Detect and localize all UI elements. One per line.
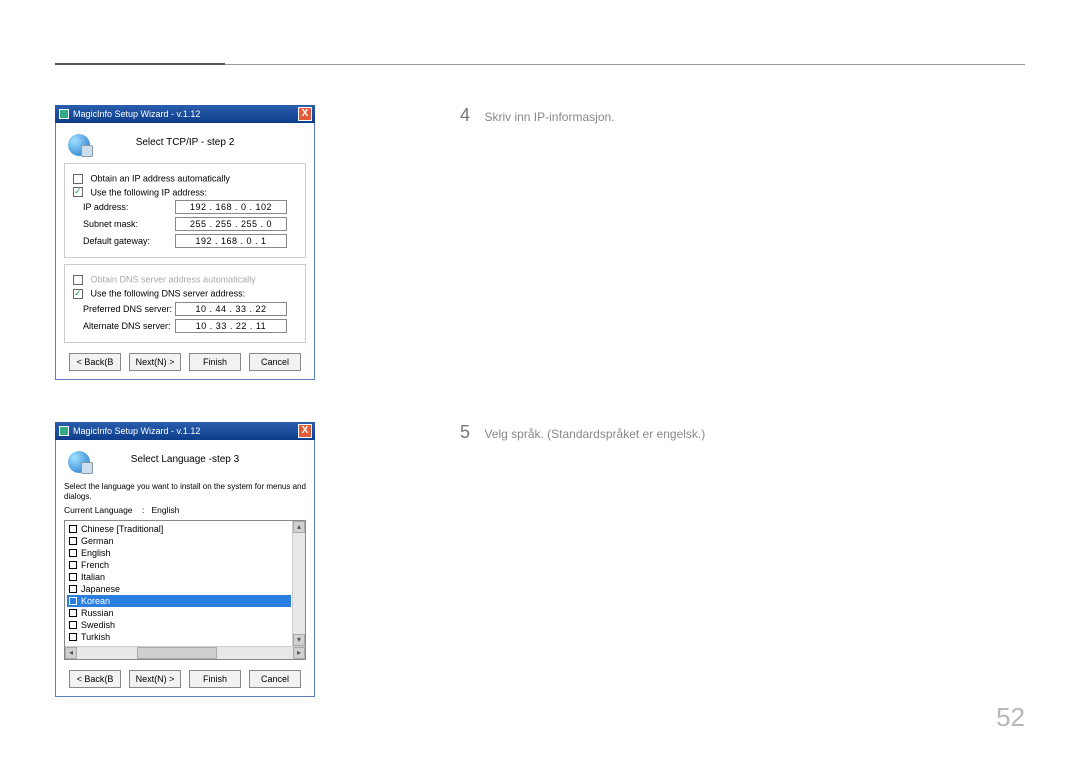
ip-fieldset: Obtain an IP address automatically Use t… xyxy=(64,163,306,258)
list-item-label: Swedish xyxy=(81,620,115,630)
language-listbox[interactable]: Chinese [Traditional] German English Fre… xyxy=(64,520,306,660)
next-button[interactable]: Next(N) > xyxy=(129,670,181,688)
scroll-left-icon[interactable]: ◂ xyxy=(65,647,77,659)
app-icon xyxy=(59,426,69,436)
checkbox-icon xyxy=(69,525,77,533)
use-dns-radio[interactable] xyxy=(73,289,83,299)
current-language-value: English xyxy=(151,505,179,515)
list-item[interactable]: French xyxy=(67,559,291,571)
dialog-tcpip: MagicInfo Setup Wizard - v.1.12 X Select… xyxy=(55,105,315,380)
list-item[interactable]: German xyxy=(67,535,291,547)
cancel-button[interactable]: Cancel xyxy=(249,670,301,688)
checkbox-icon xyxy=(69,549,77,557)
titlebar: MagicInfo Setup Wizard - v.1.12 X xyxy=(55,105,315,123)
app-icon xyxy=(59,109,69,119)
list-item[interactable]: Swedish xyxy=(67,619,291,631)
close-button[interactable]: X xyxy=(298,107,312,121)
cancel-button[interactable]: Cancel xyxy=(249,353,301,371)
list-item[interactable]: Chinese [Simplified] xyxy=(67,643,291,645)
list-item[interactable]: Chinese [Traditional] xyxy=(67,523,291,535)
page-number: 52 xyxy=(996,702,1025,733)
preferred-dns-input[interactable]: 10 . 44 . 33 . 22 xyxy=(175,302,287,316)
vertical-scrollbar[interactable]: ▴ ▾ xyxy=(292,521,305,646)
checkbox-icon xyxy=(69,573,77,581)
alternate-dns-input[interactable]: 10 . 33 . 22 . 11 xyxy=(175,319,287,333)
step-title: Select TCP/IP - step 2 xyxy=(64,137,306,148)
list-item-selected[interactable]: Korean xyxy=(67,595,291,607)
default-gateway-label: Default gateway: xyxy=(83,236,175,246)
list-item[interactable]: Japanese xyxy=(67,583,291,595)
scroll-down-icon[interactable]: ▾ xyxy=(293,634,305,646)
current-language-label: Current Language xyxy=(64,505,133,515)
use-ip-radio[interactable] xyxy=(73,187,83,197)
list-item-label: Russian xyxy=(81,608,114,618)
back-button[interactable]: < Back(B xyxy=(69,670,121,688)
back-button[interactable]: < Back(B xyxy=(69,353,121,371)
scroll-thumb[interactable] xyxy=(137,647,217,659)
auto-dns-label: Obtain DNS server address automatically xyxy=(91,275,256,285)
list-item-label: French xyxy=(81,560,109,570)
list-item-label: German xyxy=(81,536,114,546)
scroll-right-icon[interactable]: ▸ xyxy=(293,647,305,659)
auto-ip-label: Obtain an IP address automatically xyxy=(91,174,230,184)
auto-dns-radio[interactable] xyxy=(73,275,83,285)
finish-button[interactable]: Finish xyxy=(189,353,241,371)
dialog-language: MagicInfo Setup Wizard - v.1.12 X Select… xyxy=(55,422,315,697)
default-gateway-input[interactable]: 192 . 168 . 0 . 1 xyxy=(175,234,287,248)
list-item-label: Korean xyxy=(81,596,110,606)
window-title: MagicInfo Setup Wizard - v.1.12 xyxy=(73,109,200,119)
header-short-rule xyxy=(55,63,225,65)
step-title: Select Language -step 3 xyxy=(64,454,306,465)
dns-fieldset: Obtain DNS server address automatically … xyxy=(64,264,306,342)
alternate-dns-label: Alternate DNS server: xyxy=(83,321,175,331)
scroll-up-icon[interactable]: ▴ xyxy=(293,521,305,533)
step4-caption: 4 Skriv inn IP-informasjon. xyxy=(460,105,615,126)
list-item-label: English xyxy=(81,548,111,558)
use-dns-label: Use the following DNS server address: xyxy=(91,289,246,299)
subnet-mask-input[interactable]: 255 . 255 . 255 . 0 xyxy=(175,217,287,231)
step5-text: Velg språk. (Standardspråket er engelsk.… xyxy=(484,427,705,441)
checkbox-icon xyxy=(69,597,77,605)
step5-number: 5 xyxy=(460,422,480,443)
list-item-label: Italian xyxy=(81,572,105,582)
dialog-body: Select Language -step 3 Select the langu… xyxy=(55,440,315,697)
checkbox-icon xyxy=(69,537,77,545)
step4-text: Skriv inn IP-informasjon. xyxy=(484,110,614,124)
list-item-label: Chinese [Simplified] xyxy=(81,644,161,645)
checkbox-icon xyxy=(69,633,77,641)
current-language-sep: : xyxy=(142,505,144,515)
ip-address-input[interactable]: 192 . 168 . 0 . 102 xyxy=(175,200,287,214)
list-item[interactable]: Russian xyxy=(67,607,291,619)
titlebar: MagicInfo Setup Wizard - v.1.12 X xyxy=(55,422,315,440)
dialog-body: Select TCP/IP - step 2 Obtain an IP addr… xyxy=(55,123,315,380)
list-item-label: Japanese xyxy=(81,584,120,594)
list-item[interactable]: Italian xyxy=(67,571,291,583)
preferred-dns-label: Preferred DNS server: xyxy=(83,304,175,314)
use-ip-label: Use the following IP address: xyxy=(91,187,207,197)
list-item[interactable]: Turkish xyxy=(67,631,291,643)
instruction-text: Select the language you want to install … xyxy=(64,482,306,501)
list-item-label: Turkish xyxy=(81,632,110,642)
finish-button[interactable]: Finish xyxy=(189,670,241,688)
close-button[interactable]: X xyxy=(298,424,312,438)
current-language-row: Current Language : English xyxy=(64,505,306,515)
window-title: MagicInfo Setup Wizard - v.1.12 xyxy=(73,426,200,436)
checkbox-icon xyxy=(69,561,77,569)
checkbox-icon xyxy=(69,585,77,593)
step5-caption: 5 Velg språk. (Standardspråket er engels… xyxy=(460,422,705,443)
step4-number: 4 xyxy=(460,105,480,126)
ip-address-label: IP address: xyxy=(83,202,175,212)
checkbox-icon xyxy=(69,609,77,617)
horizontal-scrollbar[interactable]: ◂ ▸ xyxy=(65,646,305,659)
list-item-label: Chinese [Traditional] xyxy=(81,524,163,534)
checkbox-icon xyxy=(69,621,77,629)
next-button[interactable]: Next(N) > xyxy=(129,353,181,371)
auto-ip-radio[interactable] xyxy=(73,174,83,184)
list-item[interactable]: English xyxy=(67,547,291,559)
subnet-mask-label: Subnet mask: xyxy=(83,219,175,229)
